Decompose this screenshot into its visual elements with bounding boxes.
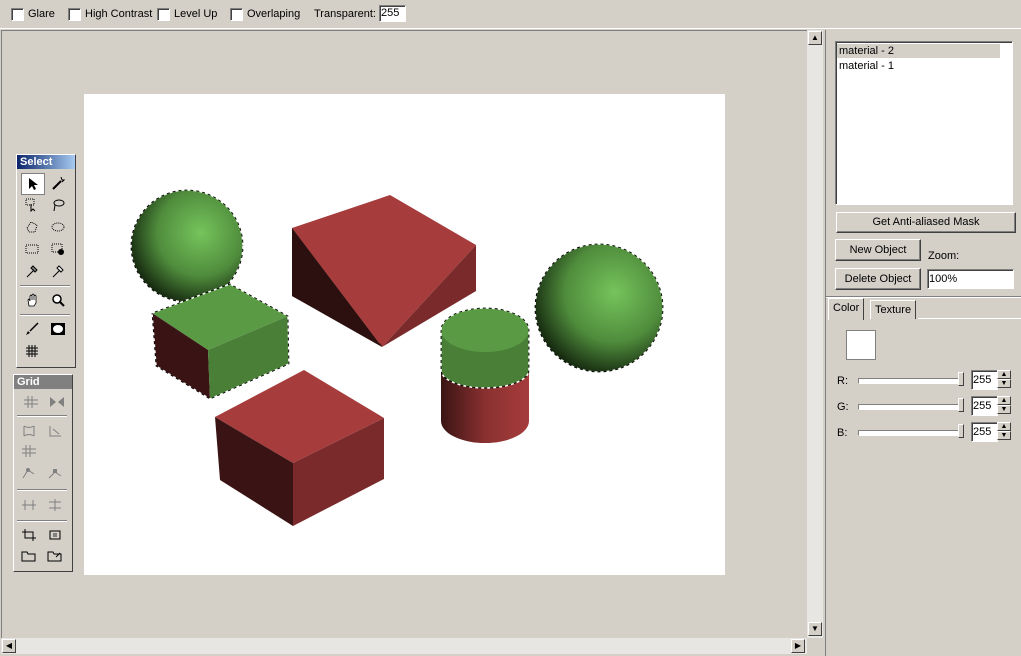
hand-pan-icon[interactable] [21, 290, 43, 310]
zoom-input[interactable]: 100% [927, 269, 1014, 289]
grid-palette: Grid [13, 374, 73, 572]
b-slider-track[interactable] [858, 430, 960, 436]
material-list[interactable]: material - 2 material - 1 [835, 41, 1013, 205]
grid-align-v-icon[interactable] [44, 495, 66, 515]
grid-palette-separator-2 [17, 489, 67, 491]
folder-save-icon[interactable] [44, 546, 66, 566]
scene-image [130, 189, 664, 526]
tab-line [918, 318, 1021, 319]
top-toolbar: Glare High Contrast Level Up Overlaping … [0, 0, 1021, 29]
grid-warp-icon[interactable] [18, 421, 40, 441]
brush-icon[interactable] [21, 319, 43, 339]
r-slider-thumb[interactable] [958, 372, 964, 386]
new-object-button[interactable]: New Object [835, 239, 921, 261]
select-palette: Select [16, 154, 76, 368]
select-palette-title: Select [17, 155, 75, 169]
grid-palette-separator [17, 415, 67, 417]
g-input[interactable]: 255 [971, 396, 998, 416]
overlaping-label[interactable]: Overlaping [247, 8, 300, 20]
level-up-checkbox[interactable] [157, 8, 170, 21]
tab-texture[interactable]: Texture [870, 300, 917, 319]
scroll-left-button[interactable]: ◀ [2, 639, 16, 653]
grid-warp-alt-icon[interactable] [44, 421, 66, 441]
select-palette-separator-2 [20, 314, 70, 316]
b-slider-thumb[interactable] [958, 424, 964, 438]
grid-edit-icon[interactable] [18, 463, 40, 483]
grid-icon[interactable] [21, 341, 43, 361]
color-swatch[interactable] [846, 330, 876, 360]
rect-select-icon[interactable] [21, 239, 43, 259]
g-slider-track[interactable] [858, 404, 960, 410]
zoom-icon[interactable] [47, 290, 69, 310]
g-label: G: [837, 401, 849, 413]
folder-open-icon[interactable] [18, 546, 40, 566]
grid-mirror-icon[interactable] [46, 392, 68, 412]
transparent-input[interactable]: 255 [379, 5, 406, 22]
g-spinner[interactable]: ▲ ▼ [997, 396, 1011, 414]
red-box-bottom[interactable] [215, 370, 384, 526]
grid-add-icon[interactable] [18, 441, 40, 461]
cylinder[interactable] [440, 307, 530, 443]
multi-select-icon[interactable] [21, 195, 43, 215]
b-spinner[interactable]: ▲ ▼ [997, 422, 1011, 440]
level-up-label[interactable]: Level Up [174, 8, 217, 20]
glare-label[interactable]: Glare [28, 8, 55, 20]
add-select-icon[interactable] [47, 239, 69, 259]
pick-alt-icon[interactable] [47, 261, 69, 281]
grid-align-h-icon[interactable] [18, 495, 40, 515]
zoom-label: Zoom: [928, 250, 960, 262]
ellipse-select-icon[interactable] [47, 217, 69, 237]
get-mask-button[interactable]: Get Anti-aliased Mask [836, 212, 1016, 233]
grid-palette-separator-3 [17, 520, 67, 522]
vertical-scrollbar[interactable]: ▲ ▼ [807, 30, 823, 638]
scroll-down-button[interactable]: ▼ [808, 622, 822, 636]
select-palette-separator [20, 285, 70, 287]
r-label: R: [837, 375, 848, 387]
crop-icon[interactable] [18, 525, 40, 545]
r-spinner[interactable]: ▲ ▼ [997, 370, 1011, 388]
lasso-icon[interactable] [47, 195, 69, 215]
scroll-up-button[interactable]: ▲ [808, 31, 822, 45]
right-panel: material - 2 material - 1 Get Anti-alias… [825, 30, 1021, 656]
b-input[interactable]: 255 [971, 422, 998, 442]
material-list-item[interactable]: material - 1 [837, 59, 1000, 73]
magic-wand-icon[interactable] [47, 173, 69, 193]
high-contrast-label[interactable]: High Contrast [85, 8, 152, 20]
r-input[interactable]: 255 [971, 370, 998, 390]
scroll-right-button[interactable]: ▶ [791, 639, 805, 653]
mask-icon[interactable] [47, 319, 69, 339]
material-list-item-selected[interactable]: material - 2 [837, 44, 1000, 58]
polygon-select-icon[interactable] [21, 217, 43, 237]
glare-checkbox[interactable] [11, 8, 24, 21]
grid-edit-alt-icon[interactable] [44, 463, 66, 483]
grid-move-icon[interactable] [20, 392, 42, 412]
delete-object-button[interactable]: Delete Object [835, 268, 921, 290]
high-contrast-checkbox[interactable] [68, 8, 81, 21]
tab-color[interactable]: Color [828, 298, 865, 320]
green-box[interactable] [151, 283, 290, 400]
crop-alt-icon[interactable] [44, 525, 66, 545]
pick-icon[interactable] [21, 261, 43, 281]
r-slider-track[interactable] [858, 378, 960, 384]
render-canvas[interactable] [84, 94, 725, 575]
horizontal-scrollbar[interactable]: ◀ ▶ [1, 638, 807, 654]
arrow-select-icon[interactable] [21, 173, 45, 195]
overlaping-checkbox[interactable] [230, 8, 243, 21]
grid-palette-title: Grid [14, 375, 72, 389]
b-label: B: [837, 427, 848, 439]
right-sphere[interactable] [534, 243, 664, 373]
transparent-label: Transparent: [314, 8, 376, 20]
g-slider-thumb[interactable] [958, 398, 964, 412]
